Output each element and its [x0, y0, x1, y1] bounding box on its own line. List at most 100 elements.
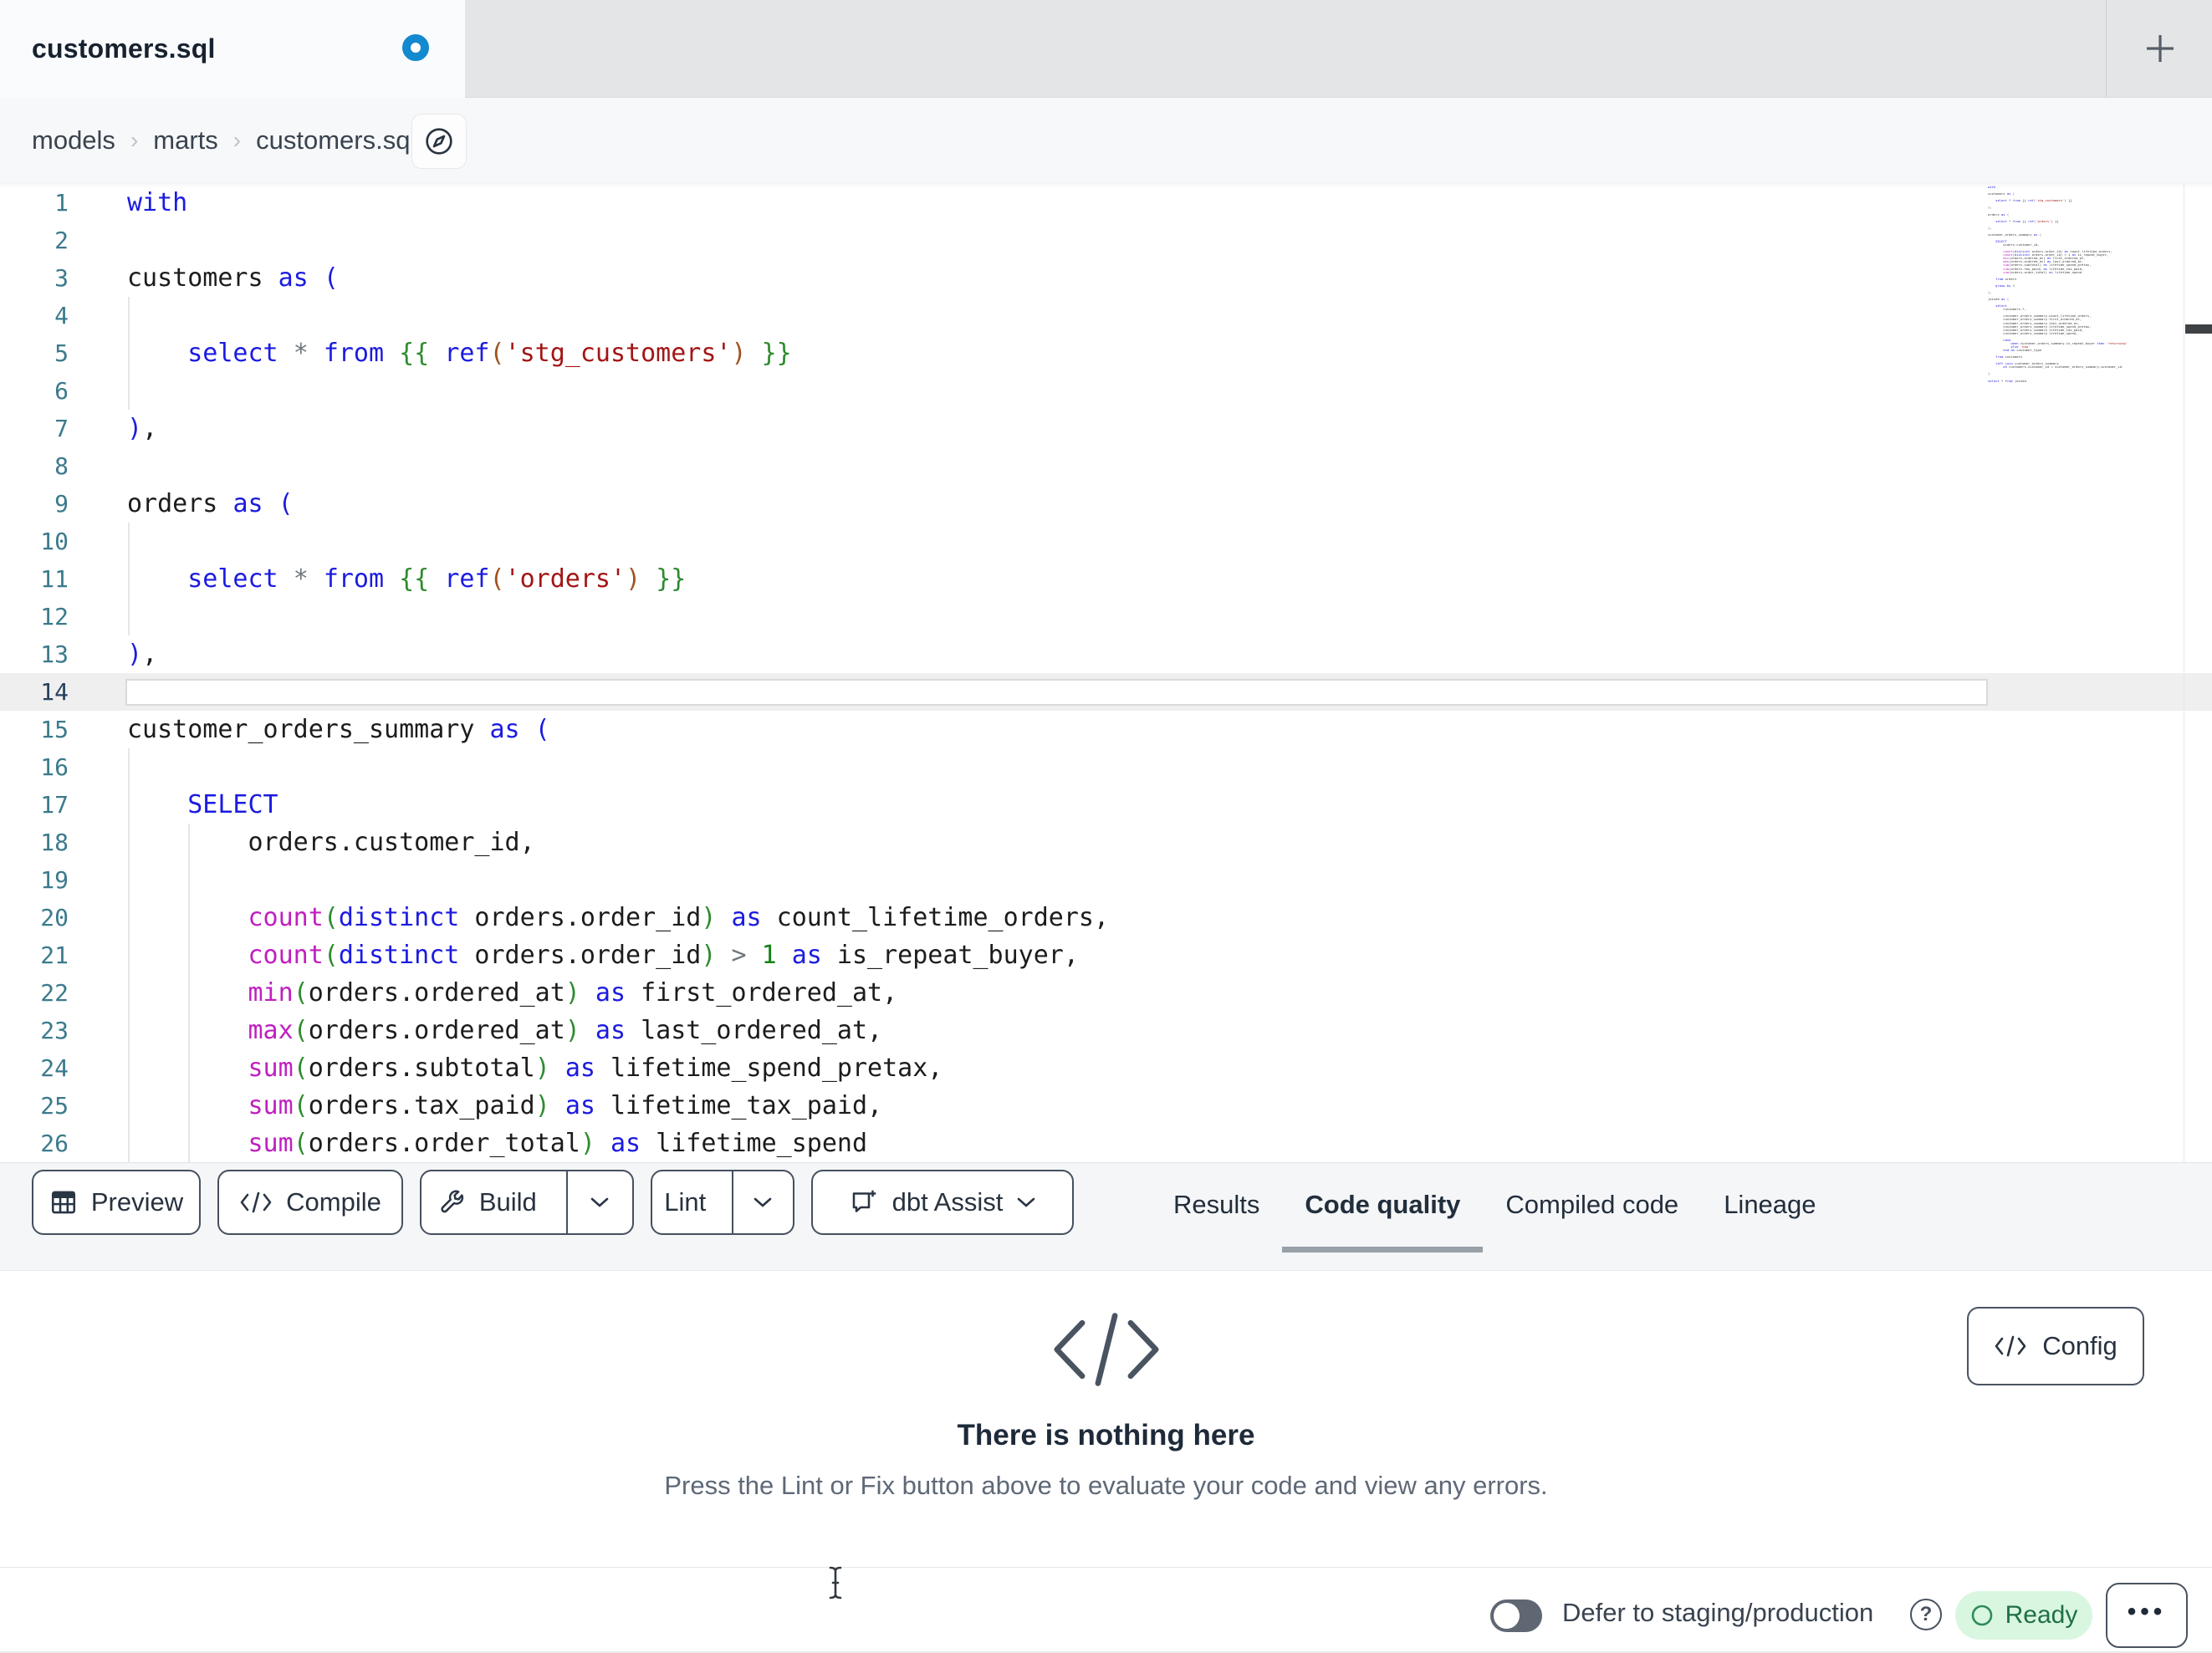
line-number[interactable]: 14: [0, 673, 69, 711]
code-line-10[interactable]: 10: [0, 523, 2212, 560]
breadcrumb-item-models[interactable]: models: [32, 125, 115, 156]
line-number[interactable]: 15: [0, 711, 69, 748]
tab-code-quality[interactable]: Code quality: [1282, 1163, 1484, 1253]
new-tab-button[interactable]: [2124, 15, 2196, 82]
more-options-button[interactable]: •••: [2106, 1583, 2188, 1648]
editor-tab-strip: customers.sql: [0, 0, 2212, 98]
line-number[interactable]: 10: [0, 523, 69, 560]
minimap[interactable]: with customers as ( select * from {{ ref…: [1988, 186, 2182, 1156]
code-line-17[interactable]: 17 SELECT: [0, 786, 2212, 824]
line-number[interactable]: 5: [0, 334, 69, 372]
code-text: count(distinct orders.order_id) > 1 as i…: [248, 941, 1079, 970]
editor-tab-customers-sql[interactable]: customers.sql: [0, 0, 465, 98]
status-bar: Defer to staging/production ? Ready •••: [0, 1567, 2212, 1651]
line-number[interactable]: 12: [0, 598, 69, 635]
code-text: ),: [127, 640, 158, 669]
code-line-6[interactable]: 6: [0, 372, 2212, 410]
chevron-down-icon: [754, 1197, 772, 1207]
lint-main-segment[interactable]: Lint: [652, 1171, 718, 1233]
dbt-assist-button[interactable]: dbt Assist: [811, 1170, 1074, 1235]
line-number[interactable]: 9: [0, 485, 69, 523]
code-line-4[interactable]: 4: [0, 297, 2212, 334]
code-line-12[interactable]: 12: [0, 598, 2212, 635]
tab-results[interactable]: Results: [1151, 1163, 1282, 1253]
code-line-14[interactable]: 14: [0, 673, 2212, 711]
code-line-20[interactable]: 20 count(distinct orders.order_id) as co…: [0, 899, 2212, 936]
code-line-2[interactable]: 2: [0, 222, 2212, 259]
scrollbar-thumb[interactable]: [2185, 324, 2212, 334]
config-button[interactable]: Config: [1967, 1307, 2144, 1385]
dbt-assist-label: dbt Assist: [891, 1187, 1004, 1217]
code-line-19[interactable]: 19: [0, 861, 2212, 899]
line-number[interactable]: 21: [0, 936, 69, 974]
line-number[interactable]: 25: [0, 1087, 69, 1125]
line-number[interactable]: 2: [0, 222, 69, 259]
file-navigate-button[interactable]: [411, 114, 467, 169]
line-number[interactable]: 1: [0, 184, 69, 222]
code-line-24[interactable]: 24 sum(orders.subtotal) as lifetime_spen…: [0, 1049, 2212, 1087]
breadcrumb-item-marts[interactable]: marts: [153, 125, 218, 156]
build-dropdown-button[interactable]: [565, 1171, 632, 1233]
code-editor[interactable]: 1 with 2 3 customers as ( 4 5 select * from {{…: [0, 182, 2212, 1162]
code-text: customers as (: [127, 263, 339, 293]
code-line-15[interactable]: 15 customer_orders_summary as (: [0, 711, 2212, 748]
line-number[interactable]: 22: [0, 974, 69, 1012]
question-circle-icon[interactable]: ?: [1910, 1599, 1942, 1630]
line-number[interactable]: 6: [0, 372, 69, 410]
line-number[interactable]: 4: [0, 297, 69, 334]
code-line-18[interactable]: 18 orders.customer_id,: [0, 824, 2212, 861]
line-number[interactable]: 17: [0, 786, 69, 824]
config-label: Config: [2042, 1331, 2117, 1360]
code-text: min(orders.ordered_at) as first_ordered_…: [248, 978, 898, 1008]
line-number[interactable]: 8: [0, 447, 69, 485]
code-line-3[interactable]: 3 customers as (: [0, 259, 2212, 297]
build-main-segment[interactable]: Build: [421, 1171, 553, 1233]
code-text: with: [127, 188, 188, 217]
build-button[interactable]: Build: [420, 1170, 634, 1235]
indent-guide: [128, 861, 130, 899]
code-line-26[interactable]: 26 sum(orders.order_total) as lifetime_s…: [0, 1125, 2212, 1162]
code-line-21[interactable]: 21 count(distinct orders.order_id) > 1 a…: [0, 936, 2212, 974]
line-number[interactable]: 13: [0, 635, 69, 673]
mouse-cursor-ibeam: [829, 1566, 842, 1599]
status-badge-ready[interactable]: Ready: [1955, 1591, 2092, 1640]
line-number[interactable]: 7: [0, 410, 69, 447]
indent-guide: [128, 598, 130, 635]
code-line-13[interactable]: 13),: [0, 635, 2212, 673]
line-number[interactable]: 16: [0, 748, 69, 786]
line-number[interactable]: 26: [0, 1125, 69, 1162]
code-line-22[interactable]: 22 min(orders.ordered_at) as first_order…: [0, 974, 2212, 1012]
panel-tabs: Results Code quality Compiled code Linea…: [1151, 1163, 1839, 1253]
line-number[interactable]: 18: [0, 824, 69, 861]
code-line-5[interactable]: 5 select * from {{ ref('stg_customers') …: [0, 334, 2212, 372]
code-line-7[interactable]: 7),: [0, 410, 2212, 447]
code-line-25[interactable]: 25 sum(orders.tax_paid) as lifetime_tax_…: [0, 1087, 2212, 1125]
breadcrumb-item-customers-sql[interactable]: customers.sql: [256, 125, 416, 156]
code-line-9[interactable]: 9 orders as (: [0, 485, 2212, 523]
line-number[interactable]: 20: [0, 899, 69, 936]
line-number[interactable]: 3: [0, 259, 69, 297]
code-line-1[interactable]: 1 with: [0, 184, 2212, 222]
tab-title: customers.sql: [32, 33, 216, 64]
line-number[interactable]: 11: [0, 560, 69, 598]
wrench-icon: [441, 1190, 463, 1213]
tab-compiled-code[interactable]: Compiled code: [1483, 1163, 1701, 1253]
compile-button[interactable]: Compile: [217, 1170, 403, 1235]
ready-label: Ready: [2005, 1601, 2078, 1629]
code-icon: [1995, 1335, 2026, 1357]
tab-lineage[interactable]: Lineage: [1701, 1163, 1838, 1253]
defer-toggle[interactable]: [1490, 1599, 1542, 1632]
code-line-11[interactable]: 11 select * from {{ ref('orders') }}: [0, 560, 2212, 598]
code-line-23[interactable]: 23 max(orders.ordered_at) as last_ordere…: [0, 1012, 2212, 1049]
tab-code-quality-label: Code quality: [1305, 1190, 1461, 1219]
line-number[interactable]: 23: [0, 1012, 69, 1049]
toolbar-buttons: Preview Compile Build Lint dbt Assist: [32, 1170, 1074, 1235]
code-line-8[interactable]: 8: [0, 447, 2212, 485]
chat-sparkle-icon: [852, 1190, 876, 1212]
line-number[interactable]: 19: [0, 861, 69, 899]
code-line-16[interactable]: 16: [0, 748, 2212, 786]
preview-button[interactable]: Preview: [32, 1170, 201, 1235]
line-number[interactable]: 24: [0, 1049, 69, 1087]
lint-dropdown-button[interactable]: [731, 1171, 793, 1233]
lint-button[interactable]: Lint: [651, 1170, 794, 1235]
